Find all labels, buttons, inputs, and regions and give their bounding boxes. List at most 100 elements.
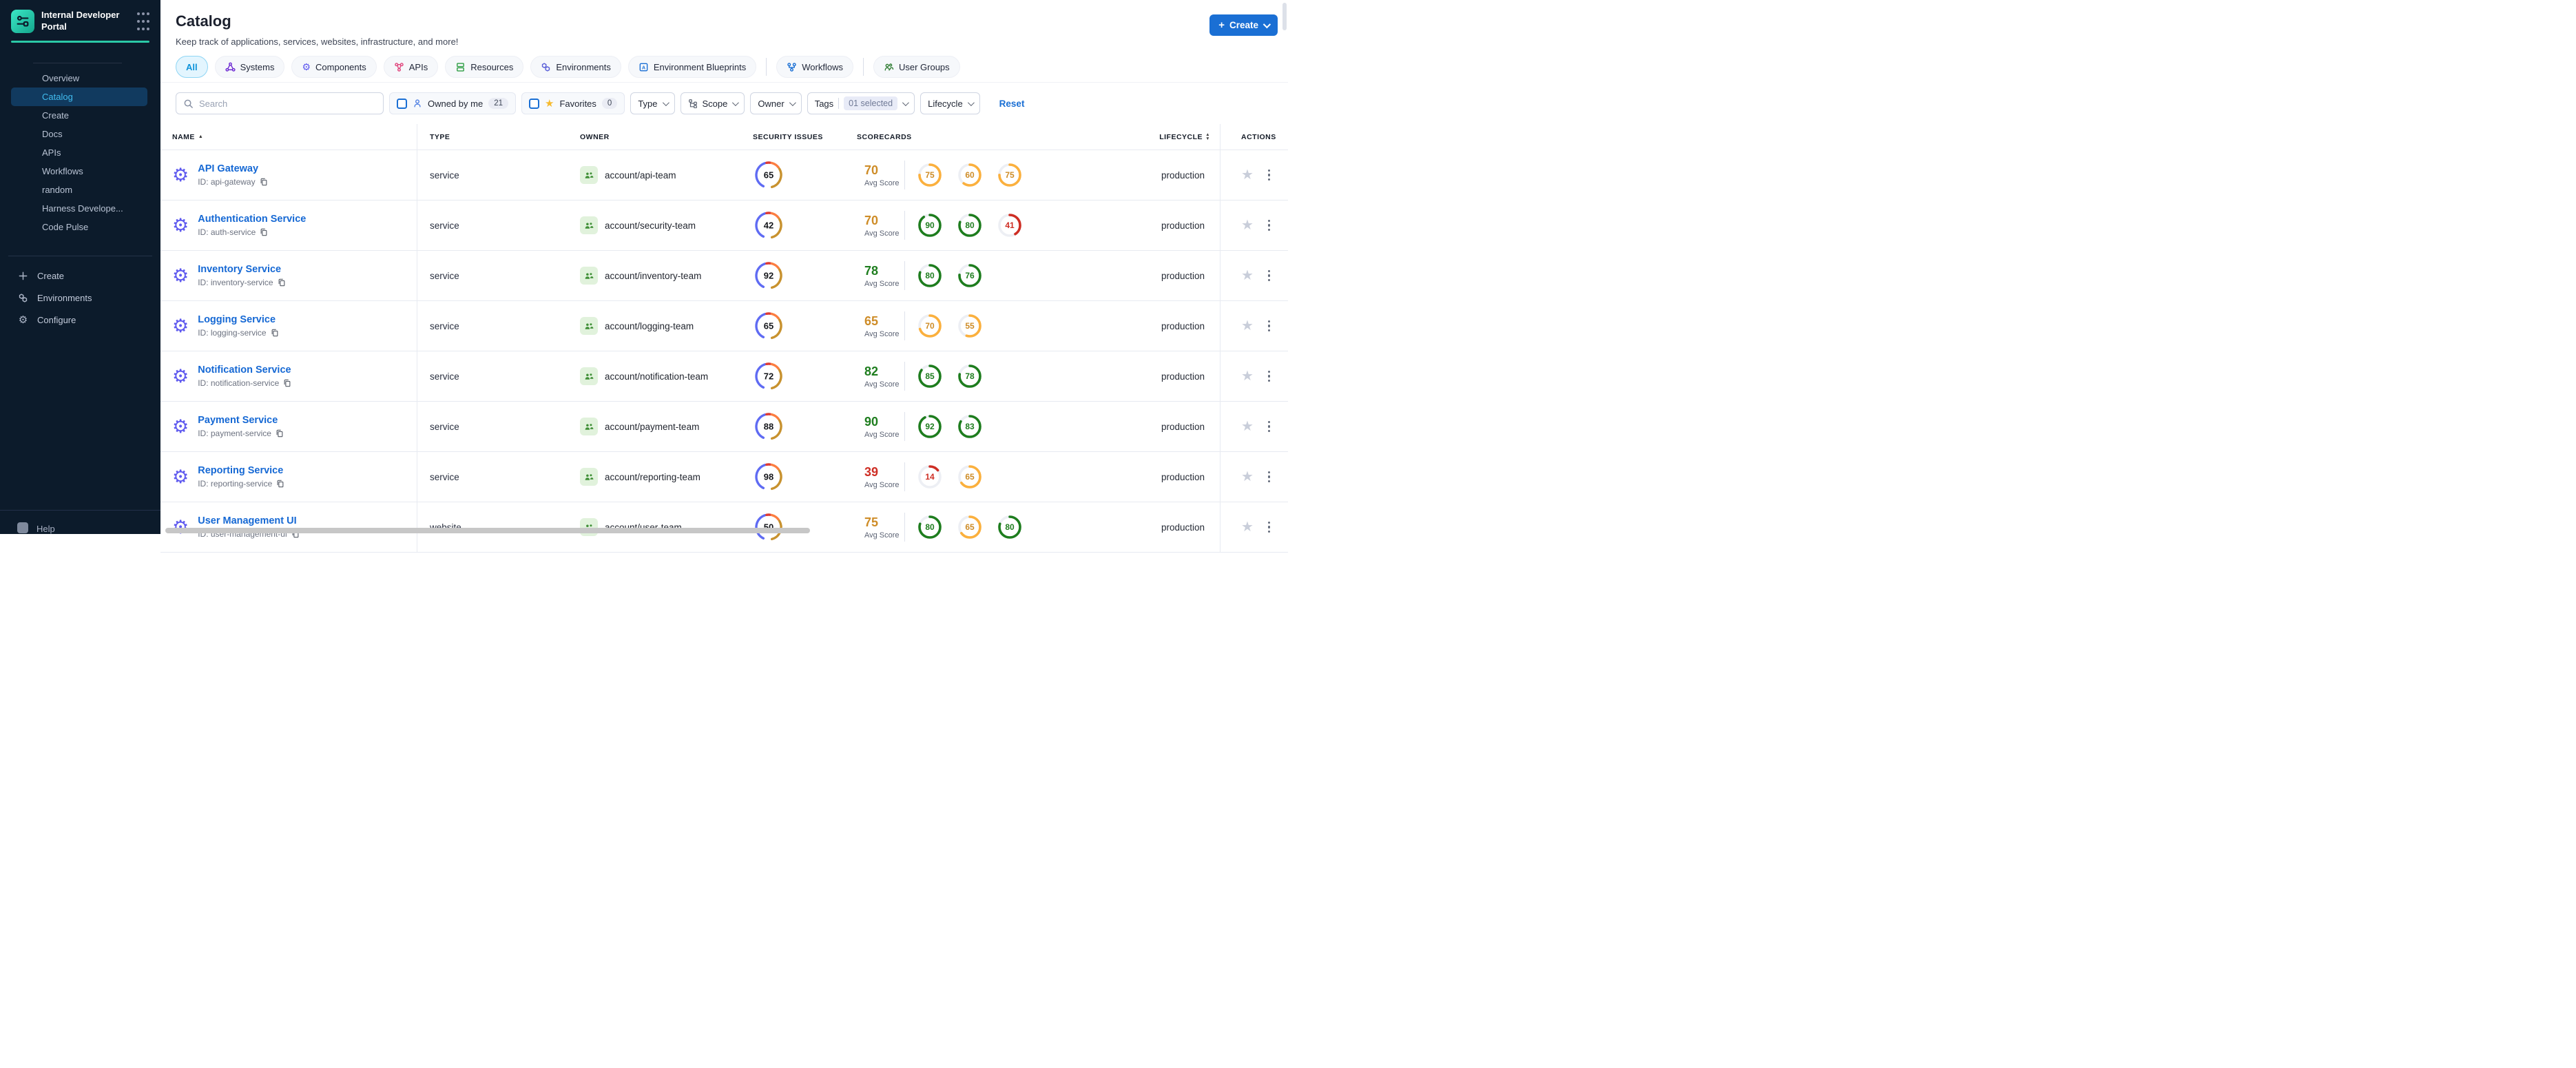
- sidebar-item-catalog[interactable]: Catalog: [11, 88, 147, 106]
- svg-text:42: 42: [764, 220, 773, 231]
- copy-icon[interactable]: [260, 228, 268, 236]
- scorecard-ring[interactable]: 75: [997, 162, 1023, 188]
- scorecard-ring[interactable]: 83: [957, 413, 983, 440]
- sidebar-item-harness-develope[interactable]: Harness Develope...: [11, 199, 147, 218]
- tab-components[interactable]: ⚙ Components: [291, 56, 377, 78]
- sidebar-item-code-pulse[interactable]: Code Pulse: [11, 218, 147, 236]
- copy-icon[interactable]: [278, 278, 286, 287]
- row-menu-button[interactable]: [1265, 167, 1274, 184]
- scorecard-ring[interactable]: 85: [917, 363, 943, 389]
- favorite-star-button[interactable]: ★: [1241, 470, 1254, 484]
- column-header-lifecycle[interactable]: Lifecycle ▲ ▼: [1152, 124, 1220, 150]
- scorecard-ring[interactable]: 75: [917, 162, 943, 188]
- scorecard-ring[interactable]: 78: [957, 363, 983, 389]
- scorecard-ring[interactable]: 80: [917, 263, 943, 289]
- search-input[interactable]: [199, 98, 376, 109]
- scorecard-ring[interactable]: 70: [917, 313, 943, 339]
- favorite-star-button[interactable]: ★: [1241, 420, 1254, 433]
- copy-icon[interactable]: [276, 429, 284, 438]
- reset-filters-link[interactable]: Reset: [999, 99, 1025, 109]
- tab-user-groups[interactable]: User Groups: [873, 56, 960, 78]
- tags-dropdown[interactable]: Tags 01 selected: [807, 92, 915, 114]
- service-gear-icon: ⚙: [172, 164, 189, 185]
- favorites-checkbox[interactable]: [529, 98, 539, 109]
- row-menu-button[interactable]: [1265, 368, 1274, 385]
- svg-text:A: A: [642, 65, 645, 70]
- column-header-name[interactable]: Name ▲: [160, 124, 417, 150]
- owned-by-me-filter[interactable]: Owned by me 21: [389, 92, 516, 114]
- scorecard-ring[interactable]: 80: [957, 212, 983, 238]
- scorecards-cell: 70 Avg Score 75 60 75: [857, 150, 1152, 200]
- security-issues-donut: 65: [755, 312, 782, 340]
- tab-resources[interactable]: Resources: [445, 56, 524, 78]
- scorecard-ring[interactable]: 60: [957, 162, 983, 188]
- sidebar-item-apis[interactable]: APIs: [11, 143, 147, 162]
- horizontal-scrollbar[interactable]: [165, 528, 810, 533]
- owned-by-me-checkbox[interactable]: [397, 98, 407, 109]
- favorite-star-button[interactable]: ★: [1241, 168, 1254, 182]
- tags-selected-value: 01 selected: [844, 96, 898, 110]
- scorecard-ring[interactable]: 65: [957, 464, 983, 490]
- sidebar-item-environments[interactable]: Environments: [0, 287, 160, 309]
- favorite-star-button[interactable]: ★: [1241, 269, 1254, 283]
- scorecard-ring[interactable]: 80: [917, 514, 943, 540]
- row-menu-button[interactable]: [1265, 469, 1274, 486]
- row-menu-button[interactable]: [1265, 519, 1274, 536]
- favorite-star-button[interactable]: ★: [1241, 319, 1254, 333]
- copy-icon[interactable]: [283, 379, 291, 387]
- type-dropdown[interactable]: Type: [630, 92, 675, 114]
- create-button[interactable]: + Create: [1209, 14, 1278, 36]
- scorecard-ring[interactable]: 92: [917, 413, 943, 440]
- sidebar-item-overview[interactable]: Overview: [11, 69, 147, 88]
- tab-workflows[interactable]: Workflows: [776, 56, 853, 78]
- scorecards-divider: [904, 161, 905, 189]
- scorecard-ring[interactable]: 55: [957, 313, 983, 339]
- row-menu-button[interactable]: [1265, 418, 1274, 435]
- row-menu-button[interactable]: [1265, 267, 1274, 285]
- vertical-scrollbar[interactable]: [1282, 3, 1287, 30]
- row-menu-button[interactable]: [1265, 217, 1274, 234]
- scope-dropdown[interactable]: Scope: [680, 92, 745, 114]
- tab-environment-blueprints[interactable]: A Environment Blueprints: [627, 56, 757, 78]
- scorecard-ring[interactable]: 65: [957, 514, 983, 540]
- favorite-star-button[interactable]: ★: [1241, 218, 1254, 232]
- service-gear-icon: ⚙: [172, 365, 189, 387]
- sidebar-item-help[interactable]: Help: [0, 518, 160, 534]
- sidebar-item-docs[interactable]: Docs: [11, 125, 147, 143]
- favorite-star-button[interactable]: ★: [1241, 369, 1254, 383]
- search-box[interactable]: [176, 92, 384, 114]
- tab-all[interactable]: All: [176, 56, 208, 78]
- copy-icon[interactable]: [276, 480, 284, 488]
- scorecard-ring[interactable]: 80: [997, 514, 1023, 540]
- app-switcher-icon[interactable]: [137, 12, 149, 33]
- lifecycle-dropdown[interactable]: Lifecycle: [920, 92, 980, 114]
- tab-systems[interactable]: Systems: [214, 56, 285, 78]
- user-groups-icon: [884, 62, 894, 72]
- favorites-filter[interactable]: ★ Favorites 0: [521, 92, 625, 114]
- sidebar-item-configure[interactable]: ⚙ Configure: [0, 309, 160, 331]
- row-menu-button[interactable]: [1265, 318, 1274, 335]
- scorecards-cell: 70 Avg Score 90 80 41: [857, 201, 1152, 250]
- entity-name-link[interactable]: Payment Service: [198, 415, 284, 426]
- scorecard-ring[interactable]: 90: [917, 212, 943, 238]
- sidebar-item-create[interactable]: Create: [0, 265, 160, 287]
- sidebar-item-random[interactable]: random: [11, 181, 147, 199]
- favorite-star-button[interactable]: ★: [1241, 520, 1254, 534]
- entity-name-link[interactable]: Inventory Service: [198, 264, 285, 275]
- tab-environments[interactable]: Environments: [530, 56, 621, 78]
- sidebar-item-create[interactable]: Create: [11, 106, 147, 125]
- scorecard-ring[interactable]: 41: [997, 212, 1023, 238]
- copy-icon[interactable]: [271, 329, 279, 337]
- sidebar-item-workflows[interactable]: Workflows: [11, 162, 147, 181]
- copy-icon[interactable]: [260, 178, 268, 186]
- entity-name-link[interactable]: Notification Service: [198, 364, 291, 376]
- entity-name-link[interactable]: Logging Service: [198, 314, 278, 325]
- scorecard-ring[interactable]: 14: [917, 464, 943, 490]
- tab-apis[interactable]: APIs: [383, 56, 439, 78]
- scorecard-ring[interactable]: 76: [957, 263, 983, 289]
- entity-name-link[interactable]: User Management UI: [198, 515, 299, 526]
- entity-name-link[interactable]: Authentication Service: [198, 214, 306, 225]
- entity-name-link[interactable]: Reporting Service: [198, 465, 284, 476]
- owner-dropdown[interactable]: Owner: [750, 92, 802, 114]
- entity-name-link[interactable]: API Gateway: [198, 163, 267, 174]
